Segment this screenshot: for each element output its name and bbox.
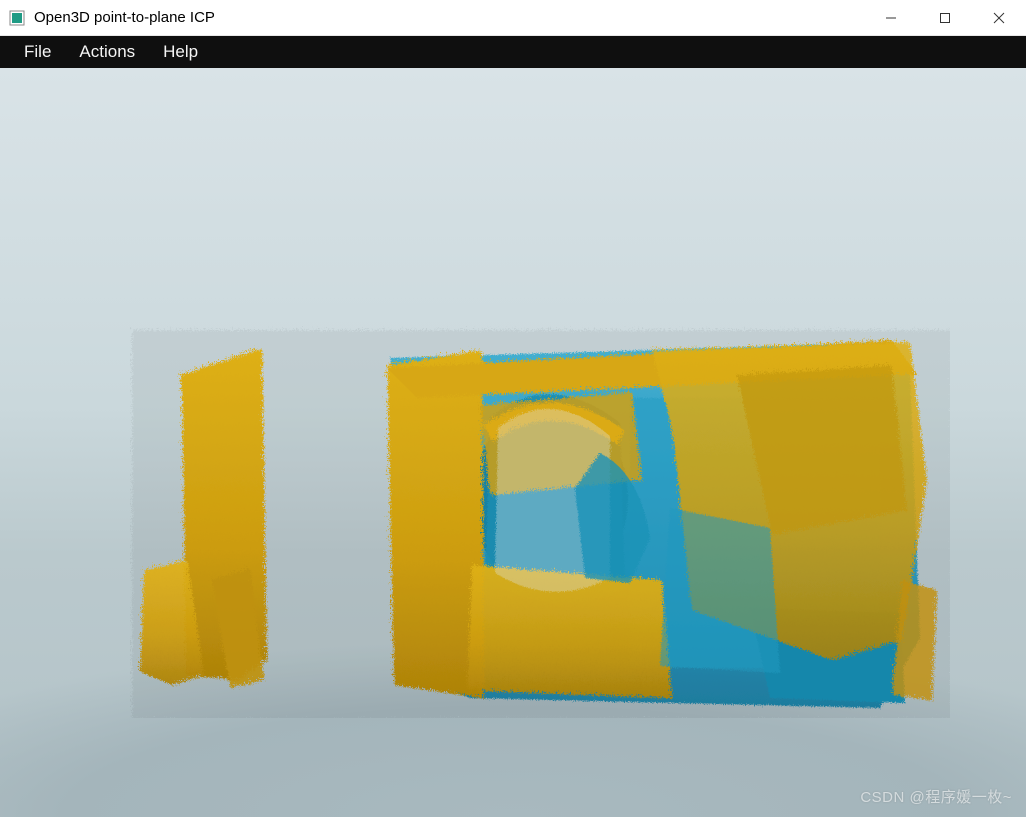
3d-viewport[interactable]: CSDN @程序媛一枚~ (0, 68, 1026, 817)
close-button[interactable] (972, 0, 1026, 35)
pointcloud-scene (130, 278, 950, 718)
menu-file[interactable]: File (10, 38, 65, 66)
watermark-text: CSDN @程序媛一枚~ (860, 786, 1012, 807)
menubar: File Actions Help (0, 36, 1026, 68)
minimize-button[interactable] (864, 0, 918, 35)
window-controls (864, 0, 1026, 35)
window-titlebar: Open3D point-to-plane ICP (0, 0, 1026, 36)
maximize-button[interactable] (918, 0, 972, 35)
menu-help[interactable]: Help (149, 38, 212, 66)
menu-actions[interactable]: Actions (65, 38, 149, 66)
app-icon (8, 9, 26, 27)
window-title: Open3D point-to-plane ICP (34, 9, 215, 26)
